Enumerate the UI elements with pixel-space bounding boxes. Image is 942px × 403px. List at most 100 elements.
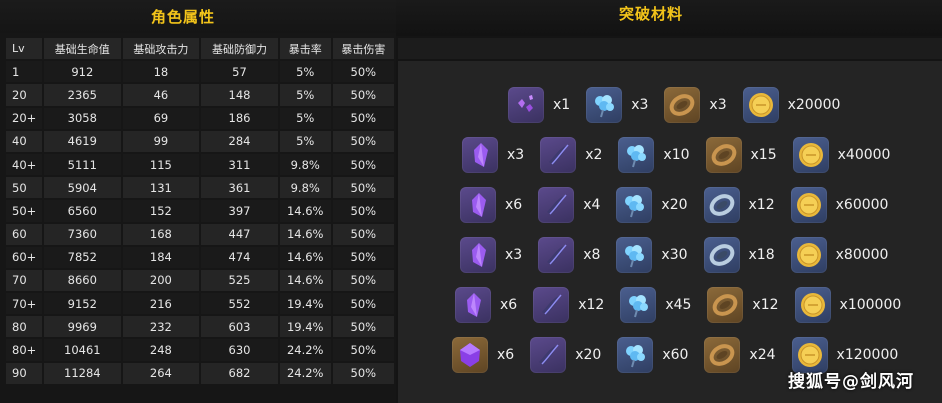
stats-cell: 630 xyxy=(201,339,278,361)
material-item[interactable]: x8 xyxy=(538,237,616,273)
stats-row: 80+ 10461 248 630 24.2% 50% xyxy=(6,339,394,361)
stats-cell: 474 xyxy=(201,246,278,268)
purple-feather-icon xyxy=(530,337,567,373)
material-quantity: x3 xyxy=(507,147,525,163)
material-quantity: x3 xyxy=(505,247,523,263)
bronze-relic-ring-icon xyxy=(707,287,744,323)
column-header: 暴击率 xyxy=(279,38,331,60)
material-item[interactable]: x12 xyxy=(533,287,620,323)
purple-crystal-icon xyxy=(455,287,491,323)
material-quantity: x20 xyxy=(661,197,688,213)
material-item[interactable]: x10 xyxy=(618,137,705,173)
material-item[interactable]: x3 xyxy=(664,87,742,123)
material-item[interactable]: x18 xyxy=(703,237,791,273)
material-item[interactable]: x24 xyxy=(704,337,791,373)
materials-header-strip xyxy=(398,38,942,59)
stats-cell: 9.8% xyxy=(279,177,331,199)
purple-gem-icon xyxy=(452,337,488,373)
stats-cell: 5% xyxy=(279,107,331,129)
material-item[interactable]: x12 xyxy=(703,187,791,223)
material-quantity: x2 xyxy=(585,147,603,163)
material-item[interactable]: x3 xyxy=(462,137,540,173)
stats-cell: 18 xyxy=(122,61,200,83)
material-item[interactable]: x60 xyxy=(617,337,704,373)
stats-cell: 131 xyxy=(122,177,200,199)
material-item[interactable]: x6 xyxy=(452,337,530,373)
material-item[interactable]: x6 xyxy=(460,187,538,223)
stats-cell: 525 xyxy=(201,269,278,292)
stats-cell: 397 xyxy=(201,200,278,222)
stats-row: 70 8660 200 525 14.6% 50% xyxy=(6,269,394,292)
material-item[interactable]: x4 xyxy=(538,187,616,223)
stats-cell: 152 xyxy=(122,200,200,222)
material-item[interactable]: x20000 xyxy=(742,87,857,123)
material-item[interactable]: x12 xyxy=(707,287,794,323)
material-row: x3 x8 x30 x18 x80000 xyxy=(460,237,904,273)
stats-cell: 19.4% xyxy=(279,293,331,315)
stats-cell: 7360 xyxy=(44,223,121,245)
stats-cell: 184 xyxy=(122,246,200,268)
material-item[interactable]: x40000 xyxy=(792,137,907,173)
stats-cell: 80 xyxy=(6,316,42,338)
stats-cell: 50% xyxy=(332,153,394,176)
blue-flower-icon xyxy=(620,287,657,323)
watermark: 搜狐号@剑风河 xyxy=(788,372,914,392)
material-item[interactable]: x80000 xyxy=(790,237,905,273)
silver-relic-ring-icon xyxy=(703,187,740,223)
material-item[interactable]: x20 xyxy=(530,337,617,373)
stats-cell: 6560 xyxy=(44,200,121,222)
material-row: x6 x12 x45 x12 x100000 xyxy=(455,287,917,323)
material-item[interactable]: x45 xyxy=(620,287,707,323)
stats-cell: 69 xyxy=(122,107,200,129)
material-item[interactable]: x30 xyxy=(616,237,703,273)
stats-cell: 11284 xyxy=(44,362,121,384)
stats-cell: 14.6% xyxy=(279,223,331,245)
stats-title: 角色属性 xyxy=(150,8,215,26)
material-quantity: x6 xyxy=(497,347,515,363)
stats-cell: 232 xyxy=(122,316,200,338)
material-quantity: x12 xyxy=(578,297,605,313)
blue-flower-icon xyxy=(617,337,654,373)
stats-cell: 50% xyxy=(332,293,394,315)
stats-cell: 50% xyxy=(332,200,394,222)
stats-cell: 57 xyxy=(201,61,278,83)
material-item[interactable]: x3 xyxy=(586,87,664,123)
stats-cell: 168 xyxy=(122,223,200,245)
bronze-relic-ring-icon xyxy=(664,87,701,123)
material-quantity: x100000 xyxy=(839,297,902,313)
stats-cell: 60 xyxy=(6,223,42,245)
stats-row: 40 4619 99 284 5% 50% xyxy=(6,130,394,152)
material-item[interactable]: x6 xyxy=(455,287,533,323)
stats-row: 60 7360 168 447 14.6% 50% xyxy=(6,223,394,245)
stats-cell: 50% xyxy=(332,362,394,384)
stats-cell: 5% xyxy=(279,84,331,106)
stats-cell: 46 xyxy=(122,84,200,106)
stats-cell: 50% xyxy=(332,339,394,361)
stats-cell: 9152 xyxy=(44,293,121,315)
stats-table: Lv 基础生命值 基础攻击力 基础防御力 暴击率 暴击伤害 1 912 18 57 5% 50% 20… xyxy=(4,36,396,386)
stats-cell: 447 xyxy=(201,223,278,245)
stats-cell: 10461 xyxy=(44,339,121,361)
stats-cell: 50% xyxy=(332,61,394,83)
stats-cell: 216 xyxy=(122,293,200,315)
material-item[interactable]: x15 xyxy=(705,137,793,173)
material-item[interactable]: x60000 xyxy=(790,187,905,223)
stats-cell: 1 xyxy=(6,61,42,83)
stats-cell: 248 xyxy=(122,339,200,361)
material-row: x3 x2 x10 x15 x40000 xyxy=(462,137,906,173)
stats-cell: 19.4% xyxy=(279,316,331,338)
material-item[interactable]: x3 xyxy=(460,237,538,273)
stats-cell: 50% xyxy=(332,269,394,292)
stats-cell: 50% xyxy=(332,223,394,245)
material-item[interactable]: x100000 xyxy=(794,287,918,323)
stats-cell: 148 xyxy=(201,84,278,106)
gold-coin-icon xyxy=(790,237,827,273)
stats-row: 20 2365 46 148 5% 50% xyxy=(6,84,394,106)
material-item[interactable]: x1 xyxy=(508,87,586,123)
stats-row: 60+ 7852 184 474 14.6% 50% xyxy=(6,246,394,268)
stats-row: 50 5904 131 361 9.8% 50% xyxy=(6,177,394,199)
material-item[interactable]: x2 xyxy=(540,137,618,173)
material-quantity: x3 xyxy=(631,97,649,113)
stats-cell: 14.6% xyxy=(279,200,331,222)
material-item[interactable]: x20 xyxy=(616,187,703,223)
